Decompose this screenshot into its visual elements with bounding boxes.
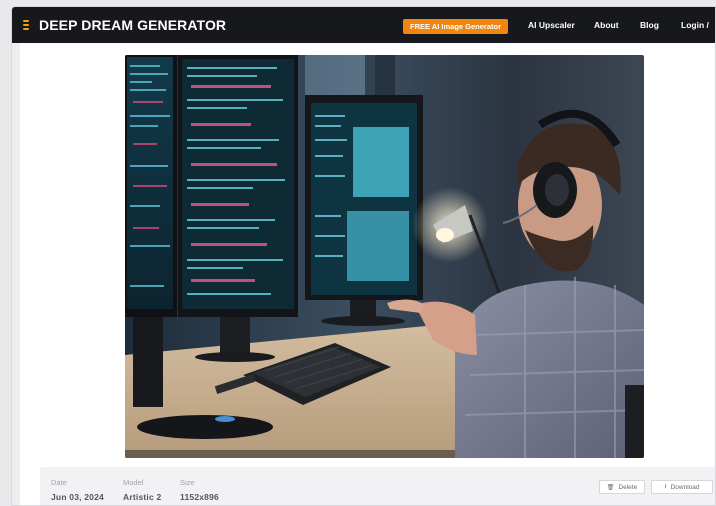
generated-image[interactable] [125,55,644,458]
model-label: Model [123,478,144,487]
left-sidebar-strip [12,43,20,505]
meta-size: Size 1152x896 [180,478,219,502]
meta-date: Date Jun 03, 2024 [51,478,104,502]
size-value: 1152x896 [180,492,219,502]
model-value: Artistic 2 [123,492,162,502]
download-icon: ⭳ [664,484,667,490]
date-value: Jun 03, 2024 [51,492,104,502]
nav-link-blog[interactable]: Blog [640,20,659,30]
trash-icon: 🗑 [606,484,615,491]
nav-link-about[interactable]: About [594,20,619,30]
image-meta-bar: Date Jun 03, 2024 Model Artistic 2 Size … [40,467,715,505]
size-label: Size [180,478,195,487]
free-ai-generator-button[interactable]: FREE AI Image Generator [403,19,508,34]
delete-label: Delete [618,483,638,491]
top-navbar: DEEP DREAM GENERATOR FREE AI Image Gener… [12,7,715,43]
nav-links: FREE AI Image Generator AI Upscaler Abou… [12,7,715,43]
page-frame: DEEP DREAM GENERATOR FREE AI Image Gener… [11,6,716,506]
date-label: Date [51,478,67,487]
meta-model: Model Artistic 2 [123,478,161,502]
nav-link-ai-upscaler[interactable]: AI Upscaler [528,20,575,30]
download-button[interactable]: ⭳ Download [651,480,713,494]
nav-link-login[interactable]: Login / [681,20,709,30]
generated-image-illustration [125,55,644,458]
download-label: Download [670,483,700,491]
delete-button[interactable]: 🗑 Delete [599,480,645,494]
